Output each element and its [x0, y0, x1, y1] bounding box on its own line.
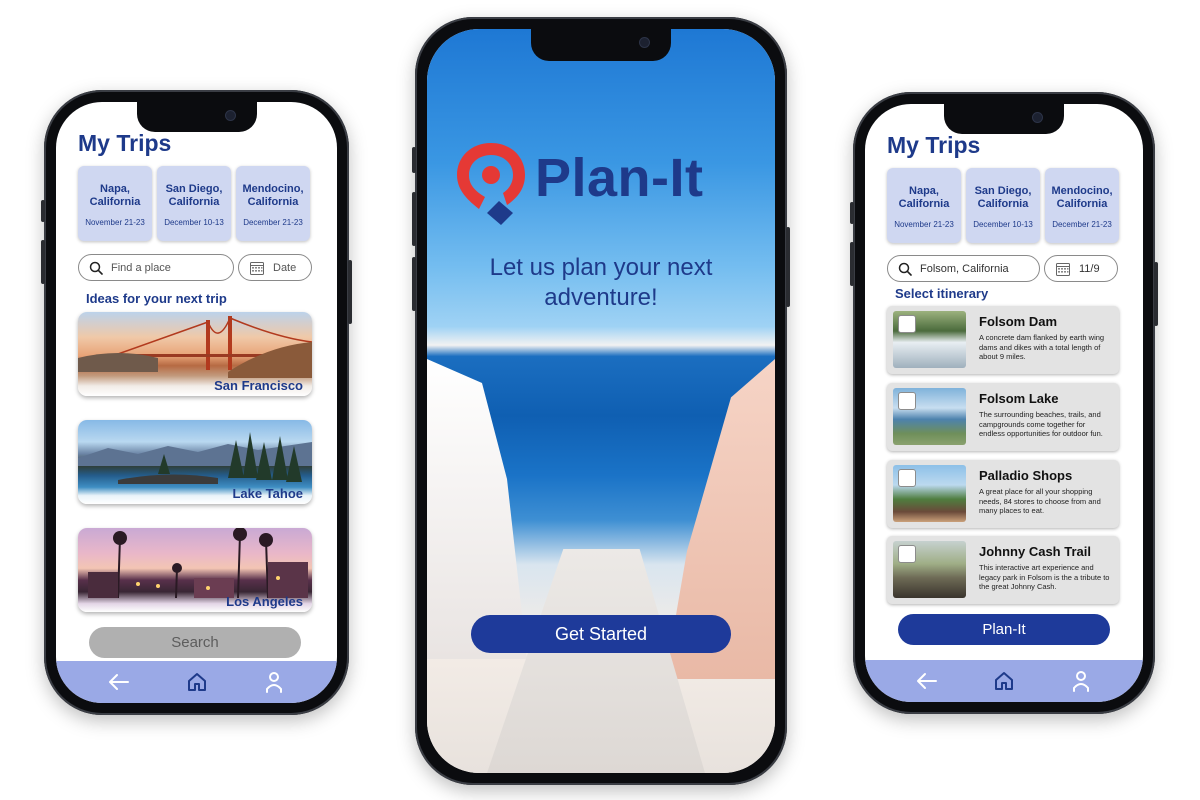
trip-card-name: Napa, California [89, 183, 141, 208]
phone-side-button [41, 240, 45, 284]
welcome-screen: Plan-It Let us plan your next adventure!… [427, 29, 775, 773]
trip-card-dates: December 10-13 [973, 220, 1033, 229]
select-itinerary-title: Select itinerary [895, 286, 989, 301]
itinerary-item-folsom-lake[interactable]: Folsom Lake The surrounding beaches, tra… [887, 383, 1119, 451]
phone-side-button [41, 200, 45, 222]
trip-card-san-diego[interactable]: San Diego, California December 10-13 [157, 166, 231, 241]
phone-notch [136, 102, 257, 132]
trip-card-san-diego[interactable]: San Diego, California December 10-13 [966, 168, 1040, 243]
trip-card-name: San Diego, California [165, 183, 223, 208]
itinerary-checkbox[interactable] [898, 315, 916, 333]
back-arrow-icon[interactable] [104, 667, 134, 697]
phone-side-button [850, 242, 854, 286]
itinerary-item-johnny-cash-trail[interactable]: Johnny Cash Trail This interactive art e… [887, 536, 1119, 604]
home-icon[interactable] [989, 666, 1019, 696]
itinerary-title: Folsom Lake [979, 391, 1059, 406]
phone-left: My Trips Napa, California November 21-23… [41, 90, 352, 715]
trip-card-name: Napa, California [898, 185, 950, 210]
itinerary-title: Folsom Dam [979, 314, 1058, 329]
trip-card-dates: December 10-13 [164, 218, 224, 227]
phone-side-button [412, 192, 416, 246]
date-input[interactable] [1079, 262, 1117, 275]
itinerary-title: Johnny Cash Trail [979, 544, 1091, 559]
phone-side-button [412, 147, 416, 173]
get-started-button[interactable]: Get Started [471, 615, 731, 653]
itinerary-description: A concrete dam flanked by earth wing dam… [979, 333, 1105, 361]
search-input[interactable] [920, 262, 1039, 275]
my-trips-screen: My Trips Napa, California November 21-23… [56, 102, 337, 703]
itinerary-checkbox[interactable] [898, 469, 916, 487]
bottom-nav [56, 661, 337, 703]
brand-name: Plan-It [535, 148, 704, 208]
date-field[interactable] [1044, 255, 1118, 282]
search-input[interactable] [111, 261, 233, 274]
itinerary-checkbox[interactable] [898, 392, 916, 410]
search-icon [898, 262, 912, 276]
plan-it-button[interactable]: Plan-It [898, 614, 1110, 645]
trip-card-dates: November 21-23 [894, 220, 954, 229]
profile-icon[interactable] [1066, 666, 1096, 696]
idea-card-los-angeles[interactable]: Los Angeles [78, 528, 312, 612]
tagline: Let us plan your next adventure! [489, 254, 713, 311]
search-field[interactable] [78, 254, 234, 281]
idea-card-label: Lake Tahoe [232, 486, 303, 501]
search-row [887, 255, 1118, 282]
trip-card-mendocino[interactable]: Mendocino, California December 21-23 [236, 166, 310, 241]
itinerary-description: A great place for all your shopping need… [979, 487, 1101, 515]
trip-card-napa[interactable]: Napa, California November 21-23 [78, 166, 152, 241]
itinerary-item-folsom-dam[interactable]: Folsom Dam A concrete dam flanked by ear… [887, 306, 1119, 374]
itinerary-title: Palladio Shops [979, 468, 1073, 483]
date-field[interactable] [238, 254, 312, 281]
bottom-nav [865, 660, 1143, 702]
page-title: My Trips [887, 132, 981, 158]
trip-card-dates: December 21-23 [243, 218, 303, 227]
trip-cards: Napa, California November 21-23 San Dieg… [887, 168, 1119, 243]
trip-card-napa[interactable]: Napa, California November 21-23 [887, 168, 961, 243]
search-icon [89, 261, 103, 275]
idea-card-label: Los Angeles [226, 594, 303, 609]
phone-middle: Plan-It Let us plan your next adventure!… [412, 17, 790, 785]
itinerary-description: This interactive art experience and lega… [979, 563, 1110, 591]
trip-card-mendocino[interactable]: Mendocino, California December 21-23 [1045, 168, 1119, 243]
search-field[interactable] [887, 255, 1040, 282]
phone-side-button [786, 227, 790, 307]
phone-side-button [412, 257, 416, 311]
trip-card-dates: November 21-23 [85, 218, 145, 227]
ideas-title: Ideas for your next trip [86, 291, 227, 306]
trip-card-name: Mendocino, California [242, 183, 304, 208]
itinerary-item-palladio-shops[interactable]: Palladio Shops A great place for all you… [887, 460, 1119, 528]
trip-card-dates: December 21-23 [1052, 220, 1112, 229]
phone-notch [531, 29, 671, 61]
page-title: My Trips [78, 130, 172, 156]
idea-card-lake-tahoe[interactable]: Lake Tahoe [78, 420, 312, 504]
trip-card-name: San Diego, California [974, 185, 1032, 210]
phone-right: My Trips Napa, California November 21-23… [850, 92, 1158, 714]
back-arrow-icon[interactable] [912, 666, 942, 696]
phone-notch [944, 104, 1064, 134]
itinerary-checkbox[interactable] [898, 545, 916, 563]
calendar-icon [249, 260, 265, 276]
select-itinerary-screen: My Trips Napa, California November 21-23… [865, 104, 1143, 702]
profile-icon[interactable] [259, 667, 289, 697]
phone-side-button [348, 260, 352, 324]
idea-card-label: San Francisco [214, 378, 303, 393]
search-row [78, 254, 312, 281]
calendar-icon [1055, 261, 1071, 277]
trip-card-name: Mendocino, California [1051, 185, 1113, 210]
phone-side-button [850, 202, 854, 224]
home-icon[interactable] [182, 667, 212, 697]
search-button[interactable]: Search [89, 627, 301, 658]
plan-it-logo-icon [457, 143, 525, 225]
date-input[interactable] [273, 261, 311, 274]
idea-card-san-francisco[interactable]: San Francisco [78, 312, 312, 396]
trip-cards: Napa, California November 21-23 San Dieg… [78, 166, 310, 241]
phone-side-button [1154, 262, 1158, 326]
itinerary-description: The surrounding beaches, trails, and cam… [979, 410, 1103, 438]
